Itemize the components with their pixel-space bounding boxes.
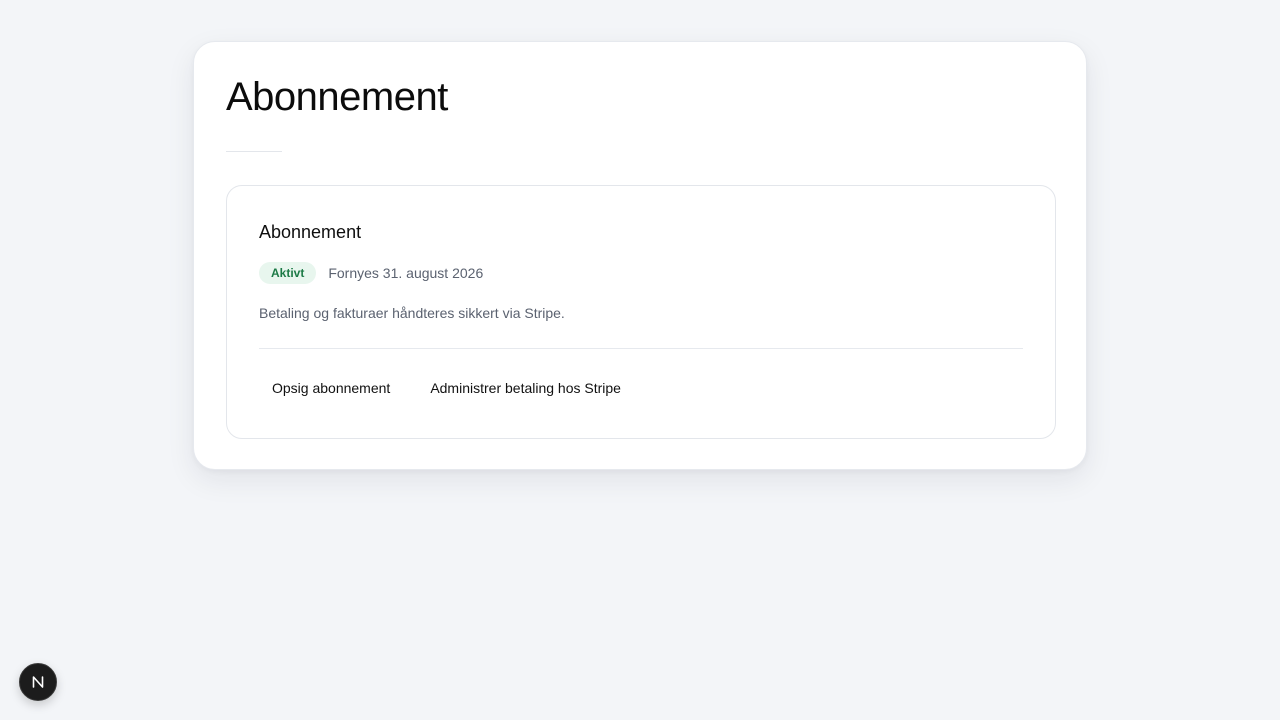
status-row: Aktivt Fornyes 31. august 2026 — [259, 262, 483, 284]
nextjs-n-icon — [32, 676, 44, 688]
status-badge: Aktivt — [259, 262, 317, 284]
subscription-title: Abonnement — [259, 222, 362, 242]
page-title: Abonnement — [226, 75, 448, 119]
manage-billing-button[interactable]: Administrer betaling hos Stripe — [417, 374, 634, 402]
subscription-card: Abonnement Aktivt Fornyes 31. august 202… — [226, 185, 1056, 439]
dev-tools-button[interactable] — [19, 663, 57, 701]
page: Abonnement Abonnement Aktivt Fornyes 31.… — [0, 0, 1280, 720]
renewal-date: Fornyes 31. august 2026 — [328, 265, 484, 281]
subscription-page-card: Abonnement Abonnement Aktivt Fornyes 31.… — [193, 41, 1087, 470]
subscription-actions: Opsig abonnement Administrer betaling ho… — [259, 374, 634, 402]
cancel-subscription-button[interactable]: Opsig abonnement — [259, 374, 403, 402]
card-divider — [259, 348, 1023, 349]
title-divider — [226, 151, 282, 152]
billing-description: Betaling og fakturaer håndteres sikkert … — [259, 305, 565, 321]
